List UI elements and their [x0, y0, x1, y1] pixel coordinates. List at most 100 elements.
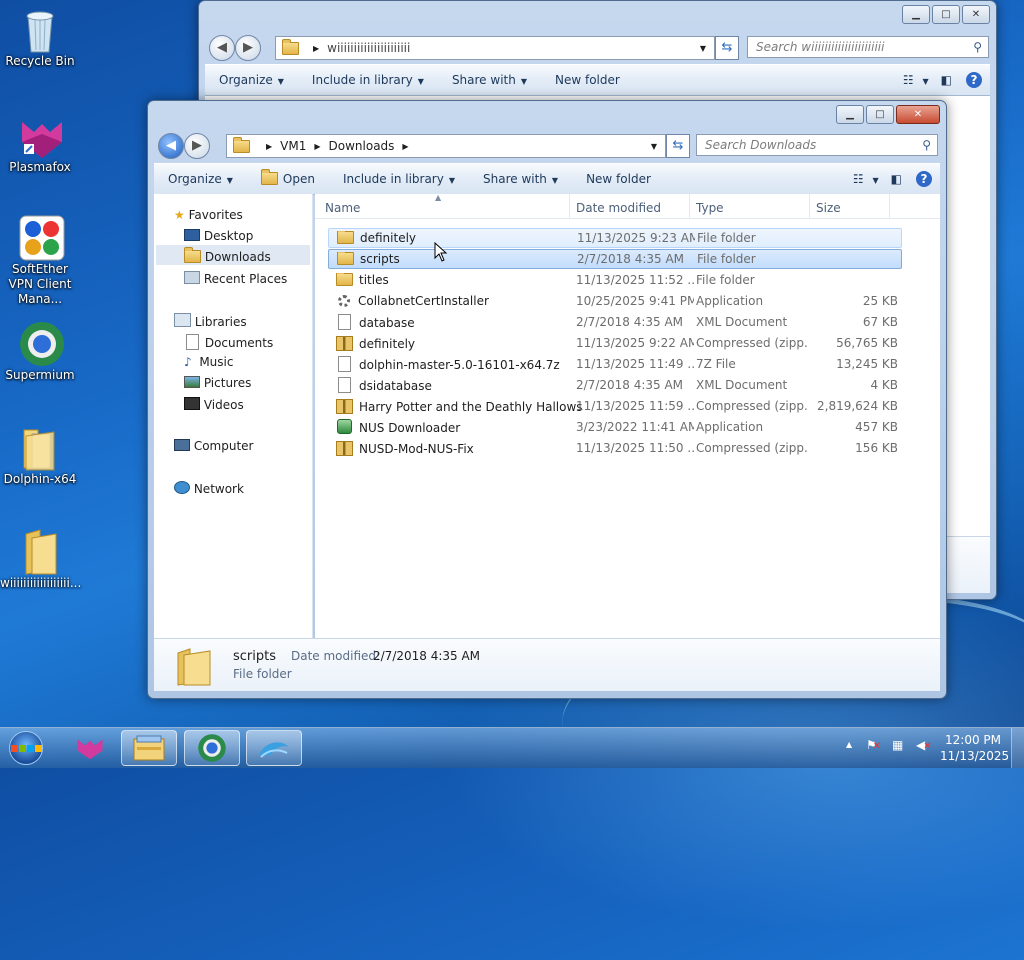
- desktop-icon-label: wiiiiiiiiiiiiiiiiii...: [0, 576, 82, 590]
- taskbar-supermium[interactable]: [184, 730, 240, 766]
- include-in-library-button[interactable]: Include in library ▼: [298, 73, 438, 87]
- chevron-right-icon: ▶: [313, 43, 320, 53]
- show-desktop-button[interactable]: [1011, 728, 1024, 768]
- clock[interactable]: 12:00 PM 11/13/2025: [940, 732, 1009, 764]
- minimize-button[interactable]: ▁: [836, 105, 864, 124]
- desktop-icon-wii-folder[interactable]: wiiiiiiiiiiiiiiiiii...: [0, 528, 82, 591]
- nav-computer[interactable]: Computer: [174, 439, 253, 453]
- nav-desktop[interactable]: Desktop: [184, 229, 253, 243]
- network-icon: [174, 481, 190, 494]
- help-icon[interactable]: ?: [958, 72, 990, 88]
- minimize-button[interactable]: ▁: [902, 5, 930, 24]
- new-folder-button[interactable]: New folder: [572, 172, 665, 186]
- organize-button[interactable]: Organize ▼: [205, 73, 298, 87]
- desktop-icon-softether[interactable]: SoftEther VPN Client Mana...: [0, 214, 80, 307]
- desktop-icon-plasmafox[interactable]: Plasmafox: [0, 112, 80, 175]
- file-row[interactable]: NUS Downloader 3/23/2022 11:41 AM Applicat…: [328, 417, 902, 437]
- close-button[interactable]: ✕: [896, 105, 940, 124]
- tray-show-hidden-icon[interactable]: ▲: [846, 740, 852, 749]
- nav-network[interactable]: Network: [174, 481, 244, 496]
- details-pane: scripts Date modified: 2/7/2018 4:35 AM …: [154, 638, 940, 691]
- pictures-icon: [184, 376, 200, 388]
- new-folder-button[interactable]: New folder: [541, 73, 634, 87]
- refresh-button[interactable]: ⇆: [715, 36, 739, 60]
- close-button[interactable]: ✕: [962, 5, 990, 24]
- desktop-icon-supermium[interactable]: Supermium: [0, 320, 80, 383]
- help-icon[interactable]: ?: [908, 171, 940, 187]
- file-date: 2/7/2018 4:35 AM: [577, 252, 685, 266]
- details-name: scripts: [233, 649, 276, 664]
- column-header-date[interactable]: Date modified: [570, 194, 690, 218]
- column-header-name[interactable]: Name ▲: [315, 193, 570, 218]
- nav-recent-places[interactable]: Recent Places: [184, 271, 287, 286]
- desktop-icon-label: Supermium: [5, 368, 75, 382]
- file-name: database: [359, 316, 415, 330]
- file-row[interactable]: definitely 11/13/2025 9:22 AM Compressed (…: [328, 333, 902, 353]
- taskbar-explorer[interactable]: [121, 730, 177, 766]
- tray-flag-icon[interactable]: ⚑✕: [866, 738, 882, 754]
- explorer-window-downloads[interactable]: ▁ □ ✕ ◀ ▶ ▶ VM1 ▶ Downloads ▶ ▼ ⇆ Search…: [147, 100, 947, 699]
- file-row[interactable]: scripts 2/7/2018 4:35 AM File folder: [328, 249, 902, 269]
- file-row[interactable]: titles 11/13/2025 11:52 ... File folder: [328, 270, 902, 290]
- file-row[interactable]: definitely 11/13/2025 9:23 AM File folder: [328, 228, 902, 248]
- dropdown-icon[interactable]: ▼: [700, 44, 706, 53]
- preview-pane-icon[interactable]: ◧: [935, 73, 958, 87]
- folder-icon: [337, 231, 354, 244]
- start-button[interactable]: [6, 730, 46, 766]
- file-size: 67 KB: [862, 315, 898, 329]
- organize-button[interactable]: Organize ▼: [154, 172, 247, 186]
- nav-libraries[interactable]: Libraries: [174, 313, 247, 329]
- search-icon: ⚲: [973, 40, 982, 54]
- tray-network-icon[interactable]: ▦: [892, 738, 908, 754]
- file-row[interactable]: dsidatabase 2/7/2018 4:35 AM XML Document 4…: [328, 375, 902, 395]
- column-header-type[interactable]: Type: [690, 194, 810, 218]
- share-with-button[interactable]: Share with ▼: [438, 73, 541, 87]
- address-bar[interactable]: ▶ wiiiiiiiiiiiiiiiiiiiiii ▼: [275, 36, 715, 60]
- nav-pictures[interactable]: Pictures: [184, 376, 251, 390]
- search-input[interactable]: Search wiiiiiiiiiiiiiiiiiiiiii ⚲: [747, 36, 989, 58]
- file-row[interactable]: dolphin-master-5.0-16101-x64.7z 11/13/202…: [328, 354, 902, 374]
- taskbar-dolphin[interactable]: [246, 730, 302, 766]
- nav-favorites[interactable]: ★ Favorites: [174, 208, 243, 222]
- address-bar[interactable]: ▶ VM1 ▶ Downloads ▶ ▼: [226, 134, 666, 158]
- view-options-icon[interactable]: ☷ ▼: [847, 172, 885, 186]
- back-button[interactable]: ◀: [158, 133, 184, 159]
- nav-documents[interactable]: Documents: [184, 334, 273, 350]
- dropdown-icon[interactable]: ▼: [651, 142, 657, 151]
- open-button[interactable]: Open: [247, 169, 329, 186]
- file-row[interactable]: NUSD-Mod-NUS-Fix 11/13/2025 11:50 ... Comp…: [328, 438, 902, 458]
- nav-videos[interactable]: Videos: [184, 397, 244, 412]
- folder-icon: [336, 273, 353, 286]
- refresh-button[interactable]: ⇆: [666, 134, 690, 158]
- libraries-icon: [174, 313, 191, 327]
- tray-volume-icon[interactable]: ◀✕: [916, 738, 932, 754]
- desktop-icon-dolphin[interactable]: Dolphin-x64: [0, 424, 80, 487]
- recycle-bin-icon: [18, 6, 62, 53]
- file-size: 4 KB: [870, 378, 898, 392]
- include-in-library-button[interactable]: Include in library ▼: [329, 172, 469, 186]
- back-button[interactable]: ◀: [209, 35, 235, 61]
- forward-button[interactable]: ▶: [184, 133, 210, 159]
- folder-icon: [233, 136, 250, 153]
- file-name: definitely: [359, 336, 416, 351]
- maximize-button[interactable]: □: [866, 105, 894, 124]
- file-row[interactable]: CollabnetCertInstaller 10/25/2025 9:41 PM…: [328, 291, 902, 311]
- nav-music[interactable]: ♪ Music: [184, 355, 233, 369]
- search-input[interactable]: Search Downloads ⚲: [696, 134, 938, 156]
- file-row[interactable]: database 2/7/2018 4:35 AM XML Document 67 K…: [328, 312, 902, 332]
- navigation-pane: ★ Favorites Desktop Downloads Recent Pla…: [154, 194, 313, 638]
- recent-places-icon: [184, 271, 200, 284]
- forward-button[interactable]: ▶: [235, 35, 261, 61]
- preview-pane-icon[interactable]: ◧: [885, 172, 908, 186]
- breadcrumb-vm1[interactable]: VM1: [280, 139, 306, 153]
- taskbar-plasmafox[interactable]: [62, 730, 118, 766]
- nav-downloads[interactable]: Downloads: [184, 247, 271, 264]
- maximize-button[interactable]: □: [932, 5, 960, 24]
- view-options-icon[interactable]: ☷ ▼: [897, 73, 935, 87]
- share-with-button[interactable]: Share with ▼: [469, 172, 572, 186]
- breadcrumb-downloads[interactable]: Downloads: [329, 139, 395, 153]
- column-header-size[interactable]: Size: [810, 194, 890, 218]
- desktop-icon-recycle-bin[interactable]: Recycle Bin: [0, 6, 80, 69]
- documents-icon: [186, 334, 199, 350]
- file-row[interactable]: Harry Potter and the Deathly Hallows - P…: [328, 396, 902, 416]
